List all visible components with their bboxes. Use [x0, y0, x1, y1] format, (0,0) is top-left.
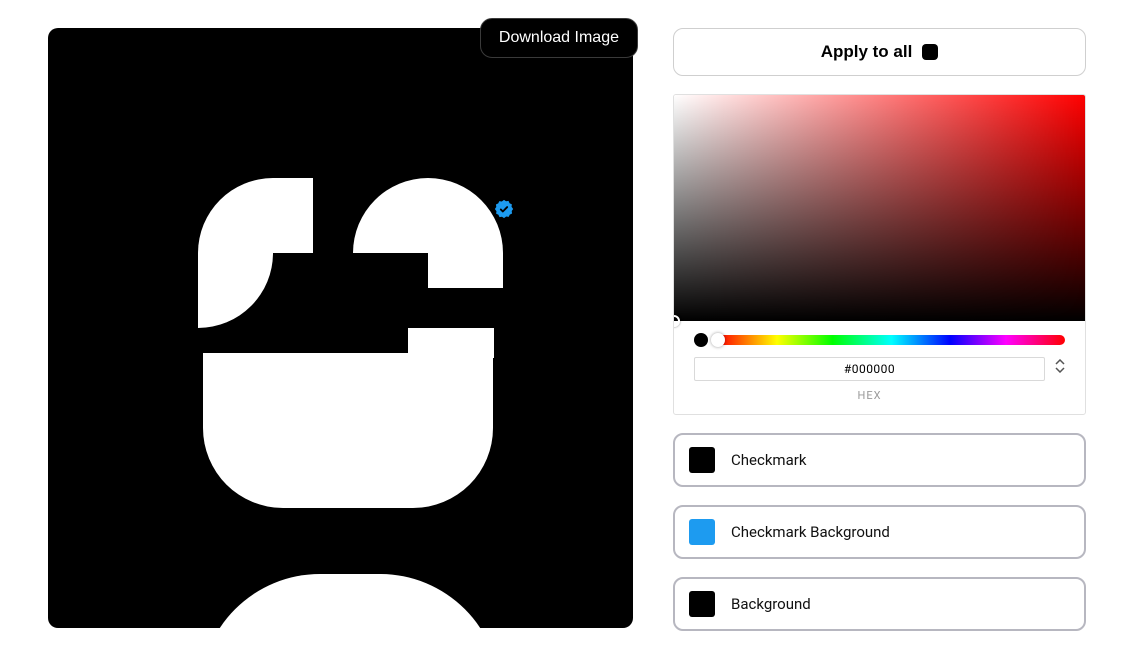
color-picker: HEX — [673, 94, 1086, 415]
swatch-color-box — [689, 447, 715, 473]
preview-panel: Download Image — [48, 28, 633, 628]
apply-to-all-swatch — [922, 44, 938, 60]
hex-label: HEX — [694, 389, 1045, 402]
download-image-button[interactable]: Download Image — [480, 18, 638, 58]
controls-panel: Apply to all HEX — [673, 28, 1086, 631]
swatch-row-background[interactable]: Background — [673, 577, 1086, 631]
apply-to-all-label: Apply to all — [821, 42, 913, 62]
swatch-label: Checkmark — [731, 451, 806, 469]
abstract-logo-shapes — [198, 178, 498, 508]
chevron-down-icon — [1055, 366, 1065, 373]
format-stepper[interactable] — [1055, 357, 1065, 373]
swatch-label: Background — [731, 595, 811, 613]
verified-badge-icon — [493, 198, 515, 220]
hue-slider[interactable] — [718, 335, 1065, 345]
swatch-row-checkmark-background[interactable]: Checkmark Background — [673, 505, 1086, 559]
swatch-color-box — [689, 591, 715, 617]
chevron-up-icon — [1055, 359, 1065, 366]
hex-input[interactable] — [694, 357, 1045, 381]
preview-canvas — [48, 28, 633, 628]
swatch-color-box — [689, 519, 715, 545]
apply-to-all-button[interactable]: Apply to all — [673, 28, 1086, 76]
swatch-row-checkmark[interactable]: Checkmark — [673, 433, 1086, 487]
abstract-bottom-shape — [200, 574, 500, 628]
hue-handle[interactable] — [711, 333, 725, 347]
current-color-swatch — [694, 333, 708, 347]
saturation-area[interactable] — [674, 95, 1085, 321]
swatch-label: Checkmark Background — [731, 523, 890, 541]
